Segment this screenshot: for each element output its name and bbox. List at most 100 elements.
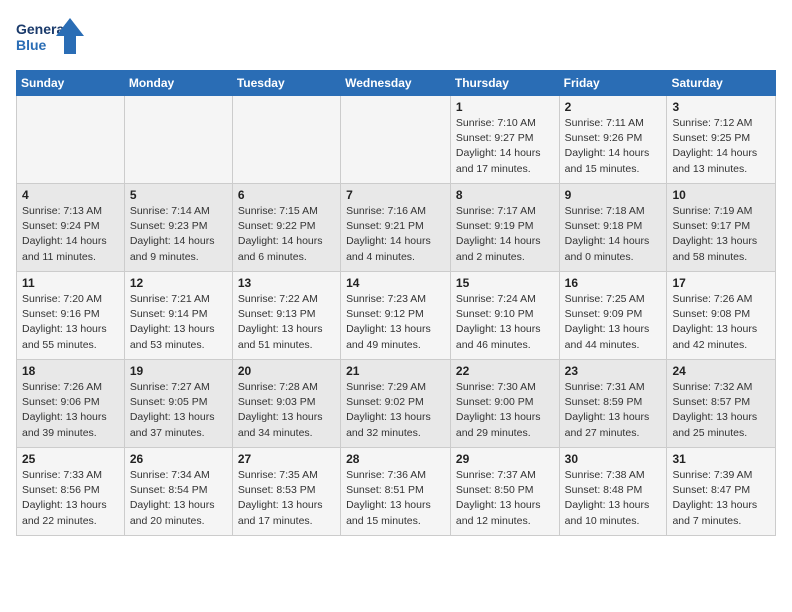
day-info: Sunrise: 7:24 AM Sunset: 9:10 PM Dayligh… bbox=[456, 292, 554, 353]
day-number: 17 bbox=[672, 276, 770, 290]
day-number: 9 bbox=[565, 188, 662, 202]
calendar-cell: 23Sunrise: 7:31 AM Sunset: 8:59 PM Dayli… bbox=[559, 360, 667, 448]
day-number: 30 bbox=[565, 452, 662, 466]
weekday-header: Saturday bbox=[667, 71, 776, 96]
calendar-cell: 7 Sunrise: 7:16 AM Sunset: 9:21 PM Daylig… bbox=[341, 184, 451, 272]
day-number: 18 bbox=[22, 364, 119, 378]
day-info: Sunrise: 7:23 AM Sunset: 9:12 PM Dayligh… bbox=[346, 292, 445, 353]
day-number: 14 bbox=[346, 276, 445, 290]
calendar-week-row: 25Sunrise: 7:33 AM Sunset: 8:56 PM Dayli… bbox=[17, 448, 776, 536]
calendar-cell: 12 Sunrise: 7:21 AM Sunset: 9:14 PM Dayli… bbox=[124, 272, 232, 360]
day-number: 20 bbox=[238, 364, 335, 378]
day-info: Sunrise: 7:21 AM Sunset: 9:14 PM Dayligh… bbox=[130, 292, 227, 353]
calendar-cell: 10 Sunrise: 7:19 AM Sunset: 9:17 PM Dayli… bbox=[667, 184, 776, 272]
day-number: 15 bbox=[456, 276, 554, 290]
day-info: Sunrise: 7:39 AM Sunset: 8:47 PM Dayligh… bbox=[672, 468, 770, 529]
calendar-cell: 24 Sunrise: 7:32 AM Sunset: 8:57 PM Dayli… bbox=[667, 360, 776, 448]
day-info: Sunrise: 7:18 AM Sunset: 9:18 PM Dayligh… bbox=[565, 204, 662, 265]
day-info: Sunrise: 7:12 AM Sunset: 9:25 PM Dayligh… bbox=[672, 116, 770, 177]
weekday-header-row: SundayMondayTuesdayWednesdayThursdayFrid… bbox=[17, 71, 776, 96]
calendar-cell: 19Sunrise: 7:27 AM Sunset: 9:05 PM Dayli… bbox=[124, 360, 232, 448]
calendar-cell: 8 Sunrise: 7:17 AM Sunset: 9:19 PM Daylig… bbox=[450, 184, 559, 272]
weekday-header: Tuesday bbox=[232, 71, 340, 96]
day-number: 26 bbox=[130, 452, 227, 466]
day-number: 2 bbox=[565, 100, 662, 114]
day-info: Sunrise: 7:26 AM Sunset: 9:08 PM Dayligh… bbox=[672, 292, 770, 353]
day-number: 19 bbox=[130, 364, 227, 378]
calendar-cell: 13 Sunrise: 7:22 AM Sunset: 9:13 PM Dayli… bbox=[232, 272, 340, 360]
weekday-header: Thursday bbox=[450, 71, 559, 96]
calendar-cell bbox=[17, 96, 125, 184]
calendar-cell: 6 Sunrise: 7:15 AM Sunset: 9:22 PM Daylig… bbox=[232, 184, 340, 272]
day-info: Sunrise: 7:16 AM Sunset: 9:21 PM Dayligh… bbox=[346, 204, 445, 265]
day-info: Sunrise: 7:11 AM Sunset: 9:26 PM Dayligh… bbox=[565, 116, 662, 177]
day-number: 31 bbox=[672, 452, 770, 466]
weekday-header: Sunday bbox=[17, 71, 125, 96]
day-number: 27 bbox=[238, 452, 335, 466]
day-info: Sunrise: 7:22 AM Sunset: 9:13 PM Dayligh… bbox=[238, 292, 335, 353]
day-info: Sunrise: 7:15 AM Sunset: 9:22 PM Dayligh… bbox=[238, 204, 335, 265]
calendar-cell: 15 Sunrise: 7:24 AM Sunset: 9:10 PM Dayli… bbox=[450, 272, 559, 360]
day-info: Sunrise: 7:28 AM Sunset: 9:03 PM Dayligh… bbox=[238, 380, 335, 441]
weekday-header: Monday bbox=[124, 71, 232, 96]
day-number: 21 bbox=[346, 364, 445, 378]
day-number: 6 bbox=[238, 188, 335, 202]
day-info: Sunrise: 7:20 AM Sunset: 9:16 PM Dayligh… bbox=[22, 292, 119, 353]
calendar-cell: 20 Sunrise: 7:28 AM Sunset: 9:03 PM Dayli… bbox=[232, 360, 340, 448]
calendar-cell: 4Sunrise: 7:13 AM Sunset: 9:24 PM Daylig… bbox=[17, 184, 125, 272]
svg-text:Blue: Blue bbox=[16, 37, 47, 53]
day-info: Sunrise: 7:34 AM Sunset: 8:54 PM Dayligh… bbox=[130, 468, 227, 529]
day-info: Sunrise: 7:26 AM Sunset: 9:06 PM Dayligh… bbox=[22, 380, 119, 441]
logo: GeneralBlue bbox=[16, 16, 86, 60]
logo-svg: GeneralBlue bbox=[16, 16, 86, 60]
calendar-cell: 29Sunrise: 7:37 AM Sunset: 8:50 PM Dayli… bbox=[450, 448, 559, 536]
calendar-cell: 9 Sunrise: 7:18 AM Sunset: 9:18 PM Daylig… bbox=[559, 184, 667, 272]
day-number: 3 bbox=[672, 100, 770, 114]
day-number: 13 bbox=[238, 276, 335, 290]
day-info: Sunrise: 7:31 AM Sunset: 8:59 PM Dayligh… bbox=[565, 380, 662, 441]
calendar-cell: 18 Sunrise: 7:26 AM Sunset: 9:06 PM Dayli… bbox=[17, 360, 125, 448]
day-info: Sunrise: 7:37 AM Sunset: 8:50 PM Dayligh… bbox=[456, 468, 554, 529]
calendar-week-row: 18 Sunrise: 7:26 AM Sunset: 9:06 PM Dayli… bbox=[17, 360, 776, 448]
day-number: 10 bbox=[672, 188, 770, 202]
day-info: Sunrise: 7:29 AM Sunset: 9:02 PM Dayligh… bbox=[346, 380, 445, 441]
calendar-cell: 1 Sunrise: 7:10 AM Sunset: 9:27 PM Daylig… bbox=[450, 96, 559, 184]
page-header: GeneralBlue bbox=[16, 16, 776, 60]
day-info: Sunrise: 7:35 AM Sunset: 8:53 PM Dayligh… bbox=[238, 468, 335, 529]
day-number: 8 bbox=[456, 188, 554, 202]
day-info: Sunrise: 7:13 AM Sunset: 9:24 PM Dayligh… bbox=[22, 204, 119, 265]
day-number: 7 bbox=[346, 188, 445, 202]
calendar-week-row: 4Sunrise: 7:13 AM Sunset: 9:24 PM Daylig… bbox=[17, 184, 776, 272]
calendar-cell: 2 Sunrise: 7:11 AM Sunset: 9:26 PM Daylig… bbox=[559, 96, 667, 184]
day-number: 5 bbox=[130, 188, 227, 202]
day-number: 24 bbox=[672, 364, 770, 378]
calendar-week-row: 11 Sunrise: 7:20 AM Sunset: 9:16 PM Dayli… bbox=[17, 272, 776, 360]
day-info: Sunrise: 7:38 AM Sunset: 8:48 PM Dayligh… bbox=[565, 468, 662, 529]
day-info: Sunrise: 7:32 AM Sunset: 8:57 PM Dayligh… bbox=[672, 380, 770, 441]
calendar-cell: 26 Sunrise: 7:34 AM Sunset: 8:54 PM Dayli… bbox=[124, 448, 232, 536]
day-number: 11 bbox=[22, 276, 119, 290]
calendar-cell: 11 Sunrise: 7:20 AM Sunset: 9:16 PM Dayli… bbox=[17, 272, 125, 360]
logo-container: GeneralBlue bbox=[16, 16, 86, 60]
calendar-table: SundayMondayTuesdayWednesdayThursdayFrid… bbox=[16, 70, 776, 536]
day-info: Sunrise: 7:30 AM Sunset: 9:00 PM Dayligh… bbox=[456, 380, 554, 441]
day-info: Sunrise: 7:10 AM Sunset: 9:27 PM Dayligh… bbox=[456, 116, 554, 177]
calendar-cell: 5Sunrise: 7:14 AM Sunset: 9:23 PM Daylig… bbox=[124, 184, 232, 272]
day-number: 1 bbox=[456, 100, 554, 114]
calendar-cell: 14 Sunrise: 7:23 AM Sunset: 9:12 PM Dayli… bbox=[341, 272, 451, 360]
calendar-cell bbox=[341, 96, 451, 184]
weekday-header: Wednesday bbox=[341, 71, 451, 96]
calendar-week-row: 1 Sunrise: 7:10 AM Sunset: 9:27 PM Daylig… bbox=[17, 96, 776, 184]
day-number: 12 bbox=[130, 276, 227, 290]
calendar-cell bbox=[232, 96, 340, 184]
day-info: Sunrise: 7:25 AM Sunset: 9:09 PM Dayligh… bbox=[565, 292, 662, 353]
calendar-cell: 27 Sunrise: 7:35 AM Sunset: 8:53 PM Dayli… bbox=[232, 448, 340, 536]
calendar-cell: 16Sunrise: 7:25 AM Sunset: 9:09 PM Dayli… bbox=[559, 272, 667, 360]
calendar-cell: 25Sunrise: 7:33 AM Sunset: 8:56 PM Dayli… bbox=[17, 448, 125, 536]
calendar-cell: 22 Sunrise: 7:30 AM Sunset: 9:00 PM Dayli… bbox=[450, 360, 559, 448]
day-number: 22 bbox=[456, 364, 554, 378]
day-info: Sunrise: 7:19 AM Sunset: 9:17 PM Dayligh… bbox=[672, 204, 770, 265]
day-info: Sunrise: 7:17 AM Sunset: 9:19 PM Dayligh… bbox=[456, 204, 554, 265]
weekday-header: Friday bbox=[559, 71, 667, 96]
day-info: Sunrise: 7:36 AM Sunset: 8:51 PM Dayligh… bbox=[346, 468, 445, 529]
